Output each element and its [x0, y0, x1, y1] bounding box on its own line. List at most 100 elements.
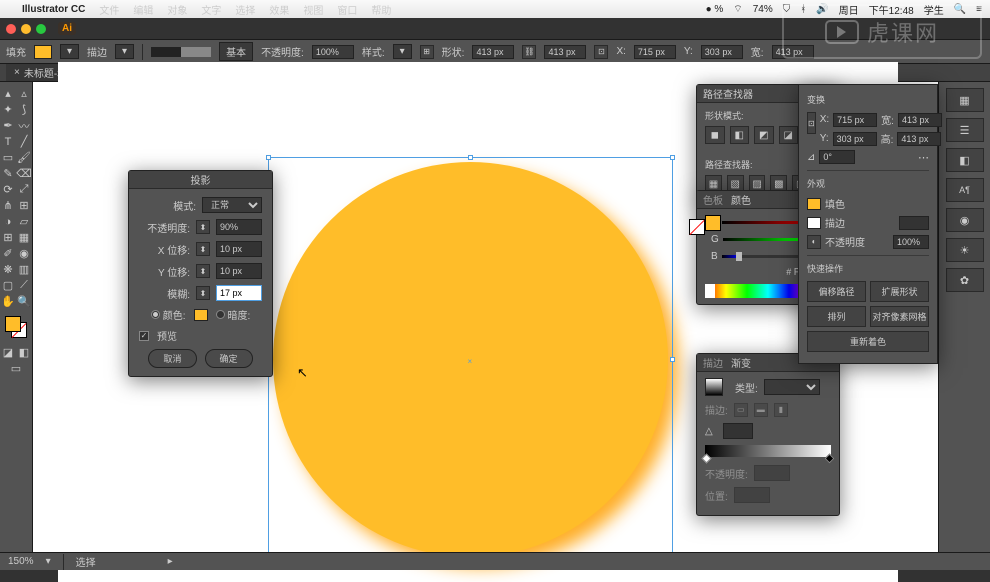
dock-appearance-icon[interactable]: ◉	[946, 208, 984, 232]
qa-recolor[interactable]: 重新着色	[807, 331, 929, 352]
blur-input[interactable]	[216, 285, 262, 301]
grad-loc-input[interactable]	[734, 487, 770, 503]
cancel-button[interactable]: 取消	[148, 349, 196, 368]
ds-opacity-input[interactable]	[216, 219, 262, 235]
color-mode[interactable]: ◪	[1, 345, 16, 360]
mode-select[interactable]: 正常	[202, 197, 262, 213]
menu-effect[interactable]: 效果	[269, 2, 289, 17]
menu-type[interactable]: 文字	[201, 2, 221, 17]
ok-button[interactable]: 确定	[205, 349, 253, 368]
menu-file[interactable]: 文件	[99, 2, 119, 17]
color-tab[interactable]: 颜色	[731, 192, 751, 207]
minimize-window[interactable]	[21, 24, 31, 34]
swatches-tab[interactable]: 色板	[703, 192, 723, 207]
menu-view[interactable]: 视图	[303, 2, 323, 17]
reference-point[interactable]: ⊡	[594, 45, 608, 59]
qa-expand-shape[interactable]: 扩展形状	[870, 281, 929, 302]
line-tool[interactable]: ╱	[17, 134, 32, 149]
exclude-icon[interactable]: ◪	[779, 126, 799, 144]
shadow-color-swatch[interactable]	[194, 309, 208, 321]
ph-input[interactable]	[897, 132, 941, 146]
gradient-type-select[interactable]	[764, 379, 820, 395]
perspective-tool[interactable]: ▱	[17, 214, 32, 229]
stroke-weight[interactable]: ▾	[115, 44, 134, 59]
stroke-grad-3[interactable]: ▮	[774, 403, 788, 417]
shape-w[interactable]	[472, 45, 514, 59]
opacity-input[interactable]	[312, 45, 354, 59]
gradient-preview[interactable]	[705, 378, 723, 396]
menu-help[interactable]: 帮助	[371, 2, 391, 17]
symbol-sprayer-tool[interactable]: ❋	[1, 262, 16, 277]
w2-input[interactable]	[772, 45, 814, 59]
stroke-style[interactable]: 基本	[219, 42, 253, 61]
eraser-tool[interactable]: ⌫	[17, 166, 32, 181]
artboard-tool[interactable]: ▢	[1, 278, 16, 293]
eyedropper-tool[interactable]: ✐	[1, 246, 16, 261]
zoom-tool[interactable]: 🔍	[17, 294, 32, 309]
preview-checkbox[interactable]	[139, 331, 149, 341]
draw-mode[interactable]: ◧	[17, 345, 32, 360]
menu-object[interactable]: 对象	[167, 2, 187, 17]
color-radio[interactable]: 颜色:	[151, 307, 186, 322]
menu-window[interactable]: 窗口	[337, 2, 357, 17]
handle-e[interactable]	[670, 357, 675, 362]
dialog-titlebar[interactable]: 投影	[129, 171, 272, 189]
fill-stroke-swatch[interactable]	[5, 316, 27, 338]
gradient-tool[interactable]: ▦	[17, 230, 32, 245]
spotlight-icon[interactable]: 🔍	[954, 4, 966, 15]
shape-builder-tool[interactable]: ◑	[1, 214, 16, 229]
intersect-icon[interactable]: ◩	[754, 126, 774, 144]
menu-edit[interactable]: 编辑	[133, 2, 153, 17]
prop-stroke-weight[interactable]	[899, 216, 929, 230]
curvature-tool[interactable]: 〰	[17, 118, 32, 133]
darkness-radio[interactable]: 暗度:	[216, 307, 251, 322]
unite-icon[interactable]: ◼	[705, 126, 725, 144]
prop-stroke-swatch[interactable]	[807, 217, 821, 229]
shaper-tool[interactable]: ✎	[1, 166, 16, 181]
pen-tool[interactable]: ✒	[1, 118, 16, 133]
minus-front-icon[interactable]: ◧	[730, 126, 750, 144]
free-transform-tool[interactable]: ⊞	[17, 198, 32, 213]
dock-symbols-icon[interactable]: ✿	[946, 268, 984, 292]
paintbrush-tool[interactable]: 🖌	[17, 150, 32, 165]
shape-h[interactable]	[544, 45, 586, 59]
x-input[interactable]	[634, 45, 676, 59]
gradient-tab[interactable]: 渐变	[731, 355, 751, 370]
screen-mode[interactable]: ▭	[9, 361, 24, 376]
dock-libraries-icon[interactable]: ◧	[946, 148, 984, 172]
selection-tool[interactable]: ▴	[1, 86, 16, 101]
rectangle-tool[interactable]: ▭	[1, 150, 16, 165]
prop-opacity-input[interactable]	[893, 235, 929, 249]
prop-fill-swatch[interactable]	[807, 198, 821, 210]
close-window[interactable]	[6, 24, 16, 34]
graph-tool[interactable]: ▥	[17, 262, 32, 277]
mesh-tool[interactable]: ⊞	[1, 230, 16, 245]
dock-graphic-icon[interactable]: ☀	[946, 238, 984, 262]
angle-input[interactable]	[723, 423, 753, 439]
dock-properties-icon[interactable]: ▦	[946, 88, 984, 112]
app-name[interactable]: Illustrator CC	[22, 4, 85, 15]
align-icon[interactable]: ⊞	[420, 45, 434, 59]
blur-stepper[interactable]: ⬍	[196, 286, 210, 300]
stroke-grad-1[interactable]: ▭	[734, 403, 748, 417]
handle-ne[interactable]	[670, 155, 675, 160]
xoff-input[interactable]	[216, 241, 262, 257]
py-input[interactable]	[833, 132, 877, 146]
yoff-input[interactable]	[216, 263, 262, 279]
opacity-icon[interactable]: ◐	[807, 235, 821, 249]
zoom-window[interactable]	[36, 24, 46, 34]
handle-n[interactable]	[468, 155, 473, 160]
width-tool[interactable]: ⋔	[1, 198, 16, 213]
gradient-bar[interactable]	[705, 445, 831, 457]
stroke-grad-2[interactable]: ▬	[754, 403, 768, 417]
type-tool[interactable]: T	[1, 134, 16, 149]
qa-pixel-align[interactable]: 对齐像素网格	[870, 306, 929, 327]
grad-opacity-input[interactable]	[754, 465, 790, 481]
reference-grid[interactable]: ⊡	[807, 112, 816, 134]
hand-tool[interactable]: ✋	[1, 294, 16, 309]
fill-dropdown[interactable]: ▾	[60, 44, 79, 59]
stroke-tab[interactable]: 描边	[703, 355, 723, 370]
selection-bounding-box[interactable]: ×	[268, 157, 673, 562]
stroke-profile[interactable]	[151, 47, 211, 57]
angle-input[interactable]	[819, 150, 855, 164]
